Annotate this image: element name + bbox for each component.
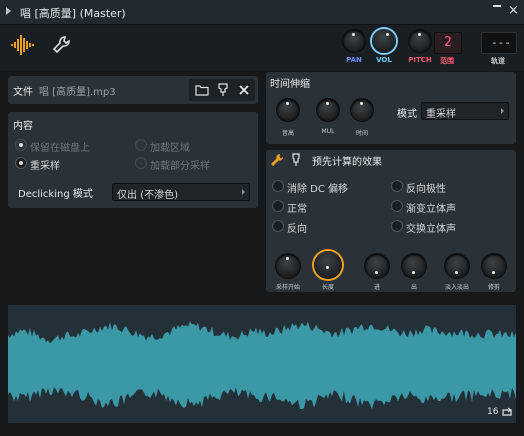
dropdown-caret-icon <box>242 189 245 195</box>
minimize-icon <box>493 5 501 7</box>
pitch-knob[interactable] <box>409 30 431 52</box>
length-knob[interactable] <box>314 251 342 279</box>
volume-knob[interactable] <box>372 29 396 53</box>
pitch-label: PITCH <box>408 56 432 64</box>
close-icon[interactable] <box>239 85 249 95</box>
radio-resample[interactable] <box>16 158 26 168</box>
wrench-icon[interactable] <box>52 35 72 55</box>
window-menu-arrow-icon[interactable] <box>6 7 11 15</box>
pitch-range-value: 2 <box>444 35 452 50</box>
checkbox-swap-stereo[interactable] <box>392 221 402 231</box>
time-knob[interactable] <box>351 99 373 121</box>
checkbox-normalize[interactable] <box>273 201 283 211</box>
fade-stereo-label: 渐变立体声 <box>406 204 456 215</box>
waveform-graph <box>8 321 516 410</box>
declicking-label: Declicking 模式 <box>18 189 93 200</box>
waveform-icon[interactable] <box>10 34 36 56</box>
mode-value: 重采样 <box>426 109 456 120</box>
trim-label: 修剪 <box>487 284 500 291</box>
loop-icon[interactable] <box>502 407 513 417</box>
folder-icon[interactable] <box>195 84 209 96</box>
checkbox-remove-dc[interactable] <box>273 181 283 191</box>
file-label: 文件 <box>13 87 33 98</box>
minimize-button[interactable] <box>492 2 502 16</box>
crossfade-knob[interactable] <box>445 254 469 278</box>
reverse-label: 反向 <box>287 224 307 235</box>
pan-knob[interactable] <box>343 30 365 52</box>
radio-resample-label: 重采样 <box>30 161 60 172</box>
checkbox-reverse[interactable] <box>273 221 283 231</box>
radio-load-regions-label: 加载区域 <box>150 143 190 154</box>
fade-out-knob[interactable] <box>402 254 426 278</box>
swap-stereo-label: 交换立体声 <box>406 224 456 235</box>
remove-dc-label: 消除 DC 偏移 <box>287 184 349 195</box>
multiplier-label: MUL <box>321 128 335 135</box>
file-name: 唱 [高质量].mp3 <box>39 87 116 98</box>
length-label: 长度 <box>321 284 334 291</box>
mode-dropdown[interactable]: 重采样 <box>421 102 509 120</box>
normalize-label: 正常 <box>287 204 307 215</box>
fade-in-label: 进 <box>373 284 380 291</box>
dropdown-caret-icon <box>501 108 504 114</box>
pin-icon[interactable] <box>217 83 229 97</box>
sample-start-label: 采样开始 <box>275 284 300 291</box>
window-title: 唱 [高质量] (Master) <box>20 7 126 20</box>
radio-load-regions[interactable] <box>136 140 146 150</box>
precomputed-effects-panel: 预先计算的效果 消除 DC 偏移 正常 反向 反向极性 渐变立体声 交换立体声 … <box>266 150 516 292</box>
fade-in-knob[interactable] <box>365 254 389 278</box>
content-panel: 内容 保留在磁盘上 加载区域 重采样 加载部分采样 Declicking 模式 … <box>8 112 258 208</box>
pan-label: PAN <box>346 56 362 64</box>
toolbar: PAN VOL PITCH 2 范围 --- 轨道 <box>0 25 524 71</box>
precomputed-title: 预先计算的效果 <box>312 157 382 168</box>
track-selector[interactable]: --- <box>481 32 517 54</box>
radio-keep-on-disk-label: 保留在磁盘上 <box>30 143 90 154</box>
file-panel: 文件 唱 [高质量].mp3 <box>8 76 258 104</box>
track-value: --- <box>491 36 511 49</box>
radio-keep-on-disk[interactable] <box>16 140 26 150</box>
checkbox-fade-stereo[interactable] <box>392 201 402 211</box>
fade-out-label: 出 <box>410 284 417 291</box>
waveform-shape <box>8 321 516 410</box>
content-title: 内容 <box>13 121 33 132</box>
sample-start-knob[interactable] <box>276 254 300 278</box>
file-buttons <box>189 79 255 101</box>
trim-knob[interactable] <box>482 254 506 278</box>
declicking-dropdown[interactable]: 仅出 (不渗色) <box>112 183 250 201</box>
pitch-range-display[interactable]: 2 <box>434 32 462 54</box>
multiplier-knob[interactable] <box>317 99 339 121</box>
wrench-icon[interactable] <box>270 153 284 167</box>
timestretch-panel: 时间伸缩 音高 MUL 时间 模式 重采样 <box>266 72 516 144</box>
reverse-polarity-label: 反向极性 <box>406 184 446 195</box>
mode-label: 模式 <box>397 109 417 120</box>
radio-load-slices-label: 加载部分采样 <box>150 161 210 172</box>
radio-load-slices[interactable] <box>136 158 146 168</box>
close-window-button[interactable]: × <box>508 4 519 17</box>
waveform-display[interactable]: 16 <box>8 305 516 423</box>
crossfade-label: 淡入淡出 <box>444 284 469 291</box>
pitch-range-label: 范围 <box>440 57 454 65</box>
volume-label: VOL <box>376 56 392 64</box>
checkbox-reverse-polarity[interactable] <box>392 181 402 191</box>
declicking-value: 仅出 (不渗色) <box>117 190 178 201</box>
pin-icon[interactable] <box>291 153 301 167</box>
title-bar: 唱 [高质量] (Master) × <box>0 0 524 25</box>
timestretch-title: 时间伸缩 <box>270 79 310 90</box>
track-label: 轨道 <box>491 57 505 65</box>
grid-count: 16 <box>487 407 499 417</box>
time-label: 时间 <box>355 130 368 137</box>
pitch-shift-knob[interactable] <box>277 99 299 121</box>
pitch-shift-label: 音高 <box>281 130 294 137</box>
